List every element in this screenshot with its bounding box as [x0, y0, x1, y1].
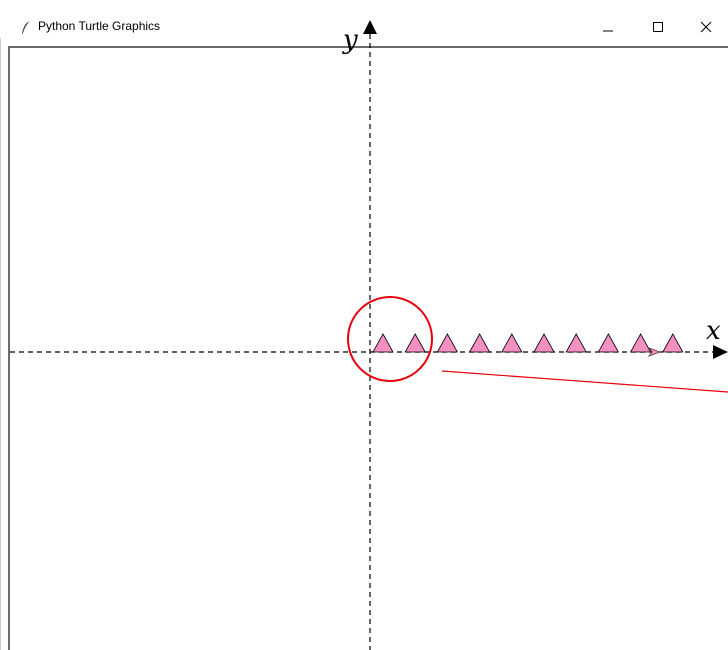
- turtle-stamp: [533, 333, 555, 353]
- turtle-stamp: [501, 333, 523, 353]
- turtle-stamp: [662, 333, 684, 353]
- turtle-window: Python Turtle Graphics y x: [0, 0, 728, 650]
- pointer-line: [441, 370, 728, 393]
- arrow-right-icon: [713, 345, 728, 359]
- arrow-up-icon: [363, 20, 377, 34]
- turtle-stamp: [372, 333, 394, 353]
- turtle-stamps: [372, 333, 684, 357]
- turtle-stamp: [436, 333, 459, 353]
- turtle-stamp: [468, 333, 491, 353]
- turtle-stamp: [565, 333, 587, 353]
- y-axis-label: y: [343, 25, 358, 55]
- turtle-stamp: [597, 333, 620, 353]
- turtle-stamp: [404, 333, 426, 353]
- x-axis-label: x: [706, 316, 721, 346]
- highlight-circle: [347, 296, 433, 382]
- turtle-stamp: [629, 333, 652, 353]
- drawing-layer: [10, 20, 728, 650]
